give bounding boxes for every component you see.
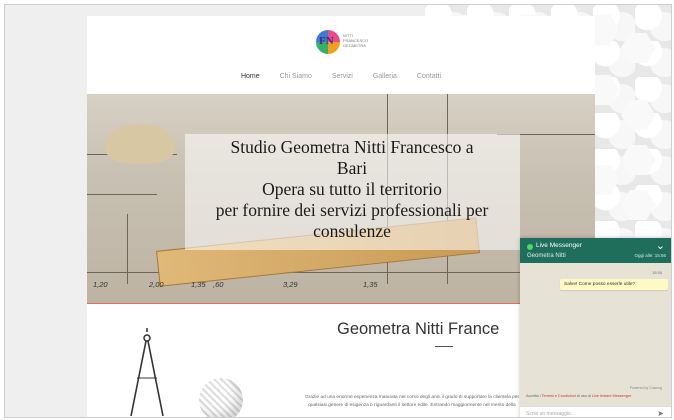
logo-text: NITTI FRANCESCO GEOMETRA [343, 33, 369, 48]
hero-line: Bari [336, 158, 368, 178]
hero-line: consulenze [313, 221, 391, 241]
about-section: Geometra Nitti France Grazie ad una enor… [87, 304, 595, 417]
chevron-down-icon[interactable]: ⌄ [656, 239, 665, 252]
chat-header[interactable]: Live Messenger Geometra Nitti Oggi alle:… [520, 238, 671, 263]
title-underline [435, 346, 453, 347]
send-icon[interactable]: ➤ [657, 409, 664, 417]
nav-item-contatti[interactable]: Contatti [417, 73, 441, 80]
nav-item-servizi[interactable]: Servizi [332, 73, 353, 80]
logo-badge-icon: FN [316, 30, 340, 54]
hero-headline: Studio Geometra Nitti Francesco a Bari O… [169, 137, 535, 242]
dimension-label: 1,35 [191, 280, 206, 289]
nav-item-chi-siamo[interactable]: Chi Siamo [280, 73, 312, 80]
site-logo[interactable]: FN NITTI FRANCESCO GEOMETRA [316, 30, 368, 56]
sandpaper-image [105, 124, 175, 164]
logo-letters: FN [319, 35, 334, 47]
dimension-label: 1,20 [93, 280, 108, 289]
chat-consent-text: Accetta i Termini e Condizioni di uso di… [526, 394, 668, 398]
consent-mid: di uso di [575, 394, 593, 398]
dimension-label: 2,00 [149, 280, 164, 289]
logo-text-line: GEOMETRA [343, 43, 366, 48]
dimension-label: 3,29 [283, 280, 298, 289]
nav-item-home[interactable]: Home [241, 73, 260, 80]
dimension-label: ,60 [213, 280, 224, 289]
hero-line: per fornire dei servizi professionali pe… [215, 200, 489, 220]
wireframe-sphere-image [199, 378, 243, 417]
about-title: Geometra Nitti France [337, 320, 500, 338]
hero-line: Studio Geometra Nitti Francesco a [230, 137, 474, 157]
about-text: Grazie ad una enorme esperienza maturata… [304, 395, 520, 408]
consent-prefix: Accetta i [526, 394, 542, 398]
website-page: FN NITTI FRANCESCO GEOMETRA Home Chi Sia… [87, 16, 595, 417]
chat-contact: Geometra Nitti [527, 253, 566, 259]
chat-message-bubble: Salve! Come posso esserle utile? [560, 279, 668, 290]
site-header: FN NITTI FRANCESCO GEOMETRA Home Chi Sia… [87, 16, 595, 96]
hero-line: Opera su tutto il territorio [262, 179, 442, 199]
nav-item-galleria[interactable]: Galleria [373, 73, 397, 80]
message-input[interactable]: Scrivi un messaggio... [526, 411, 575, 417]
online-status-icon [527, 244, 533, 250]
chat-powered-by: Powered by Cusmsg [629, 386, 662, 390]
main-nav: Home Chi Siamo Servizi Galleria Contatti [87, 73, 595, 80]
hero-banner: Studio Geometra Nitti Francesco a Bari O… [87, 94, 595, 304]
terms-link[interactable]: Termini e Condizioni [542, 394, 576, 398]
message-time: 15:56 [651, 270, 662, 275]
chat-title: Live Messenger [536, 242, 582, 249]
chat-last-seen: Oggi alle: 15:56 [634, 253, 666, 258]
chat-widget: Live Messenger Geometra Nitti Oggi alle:… [520, 238, 671, 417]
compass-icon [130, 328, 164, 417]
messenger-link[interactable]: Live Instant Messenger [592, 394, 631, 398]
browser-frame: FN NITTI FRANCESCO GEOMETRA Home Chi Sia… [4, 4, 672, 418]
chat-input-bar: Scrivi un messaggio... ➤ [520, 406, 671, 417]
dimension-label: 1,35 [363, 280, 378, 289]
